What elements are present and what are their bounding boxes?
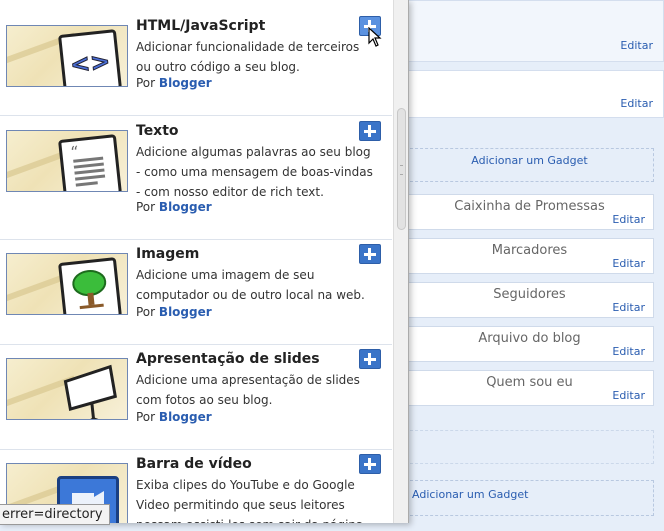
gadget-caixinha[interactable]: Caixinha de Promessas Editar xyxy=(405,194,654,230)
image-icon xyxy=(58,257,122,314)
layout-section: Editar xyxy=(405,0,664,62)
code-icon: <> xyxy=(58,29,122,86)
empty-drop-zone xyxy=(405,430,654,464)
by-label: Por xyxy=(136,410,156,424)
add-gadget-button[interactable] xyxy=(359,454,381,474)
gadget-quem-sou-eu[interactable]: Quem sou eu Editar xyxy=(405,370,654,406)
add-gadget-button[interactable] xyxy=(359,349,381,369)
panel-scrollbar[interactable] xyxy=(393,0,408,523)
document-icon: “ xyxy=(58,134,122,191)
gadget-description: Adicionar funcionalidade de terceiros ou… xyxy=(136,40,360,74)
author-link[interactable]: Blogger xyxy=(159,410,212,424)
slides-thumbnail xyxy=(6,358,128,420)
edit-link[interactable]: Editar xyxy=(620,39,653,52)
gadget-item-html-javascript: <> HTML/JavaScript Adicionar funcionalid… xyxy=(0,0,392,116)
by-label: Por xyxy=(136,200,156,214)
gadget-marcadores[interactable]: Marcadores Editar xyxy=(405,238,654,274)
author-link[interactable]: Blogger xyxy=(159,76,212,90)
add-gadget-link[interactable]: Adicionar um Gadget xyxy=(405,148,654,182)
edit-link[interactable]: Editar xyxy=(612,213,645,226)
gadget-title: Imagem xyxy=(136,246,200,262)
gadget-arquivo[interactable]: Arquivo do blog Editar xyxy=(405,326,654,362)
gadget-item-imagem: Imagem Adicione uma imagem de seu comput… xyxy=(0,240,392,345)
gadget-name: Quem sou eu xyxy=(486,375,573,390)
gadget-item-texto: “ Texto Adicione algumas palavras ao seu… xyxy=(0,116,392,240)
edit-link[interactable]: Editar xyxy=(612,257,645,270)
edit-link[interactable]: Editar xyxy=(612,345,645,358)
gadget-name: Marcadores xyxy=(491,243,568,258)
projector-screen-icon xyxy=(58,362,122,419)
mouse-pointer-icon xyxy=(368,26,382,51)
edit-link[interactable]: Editar xyxy=(612,389,645,402)
gadget-title: Barra de vídeo xyxy=(136,456,252,472)
gadget-seguidores[interactable]: Seguidores Editar xyxy=(405,282,654,318)
by-label: Por xyxy=(136,76,156,90)
scrollbar-grip-icon xyxy=(400,165,403,175)
gadget-name: Seguidores xyxy=(493,287,566,302)
gadget-description: Adicione algumas palavras ao seu blog - … xyxy=(136,145,373,199)
gadget-description: Exiba clipes do YouTube e do Google Vide… xyxy=(136,478,367,523)
layout-section: Editar xyxy=(405,70,664,118)
gadget-author: Por Blogger xyxy=(136,410,212,424)
texto-thumbnail: “ xyxy=(6,130,128,192)
gadget-name: Caixinha de Promessas xyxy=(454,199,605,214)
gadget-author: Por Blogger xyxy=(136,305,212,319)
gadget-title: Texto xyxy=(136,123,179,139)
svg-text:“: “ xyxy=(69,142,79,162)
author-link[interactable]: Blogger xyxy=(159,305,212,319)
status-bar-text: errer=directory xyxy=(0,504,110,525)
gadget-title: HTML/JavaScript xyxy=(136,18,266,34)
gadget-name: Arquivo do blog xyxy=(478,331,581,346)
add-gadget-button[interactable] xyxy=(359,244,381,264)
scrollbar-thumb[interactable] xyxy=(397,108,406,230)
html-javascript-thumbnail: <> xyxy=(6,25,128,87)
svg-text:<>: <> xyxy=(69,47,112,79)
gadget-author: Por Blogger xyxy=(136,76,212,90)
author-link[interactable]: Blogger xyxy=(159,200,212,214)
edit-link[interactable]: Editar xyxy=(612,301,645,314)
add-gadget-button[interactable] xyxy=(359,121,381,141)
add-gadget-panel: <> HTML/JavaScript Adicionar funcionalid… xyxy=(0,0,409,523)
gadget-description: Adicione uma imagem de seu computador ou… xyxy=(136,268,365,302)
imagem-thumbnail xyxy=(6,253,128,315)
edit-link[interactable]: Editar xyxy=(620,97,653,110)
by-label: Por xyxy=(136,305,156,319)
add-gadget-link[interactable]: Adicionar um Gadget xyxy=(405,480,654,516)
gadget-title: Apresentação de slides xyxy=(136,351,320,367)
gadget-item-slides: Apresentação de slides Adicione uma apre… xyxy=(0,345,392,450)
gadget-author: Por Blogger xyxy=(136,200,212,214)
gadget-description: Adicione uma apresentação de slides com … xyxy=(136,373,360,407)
